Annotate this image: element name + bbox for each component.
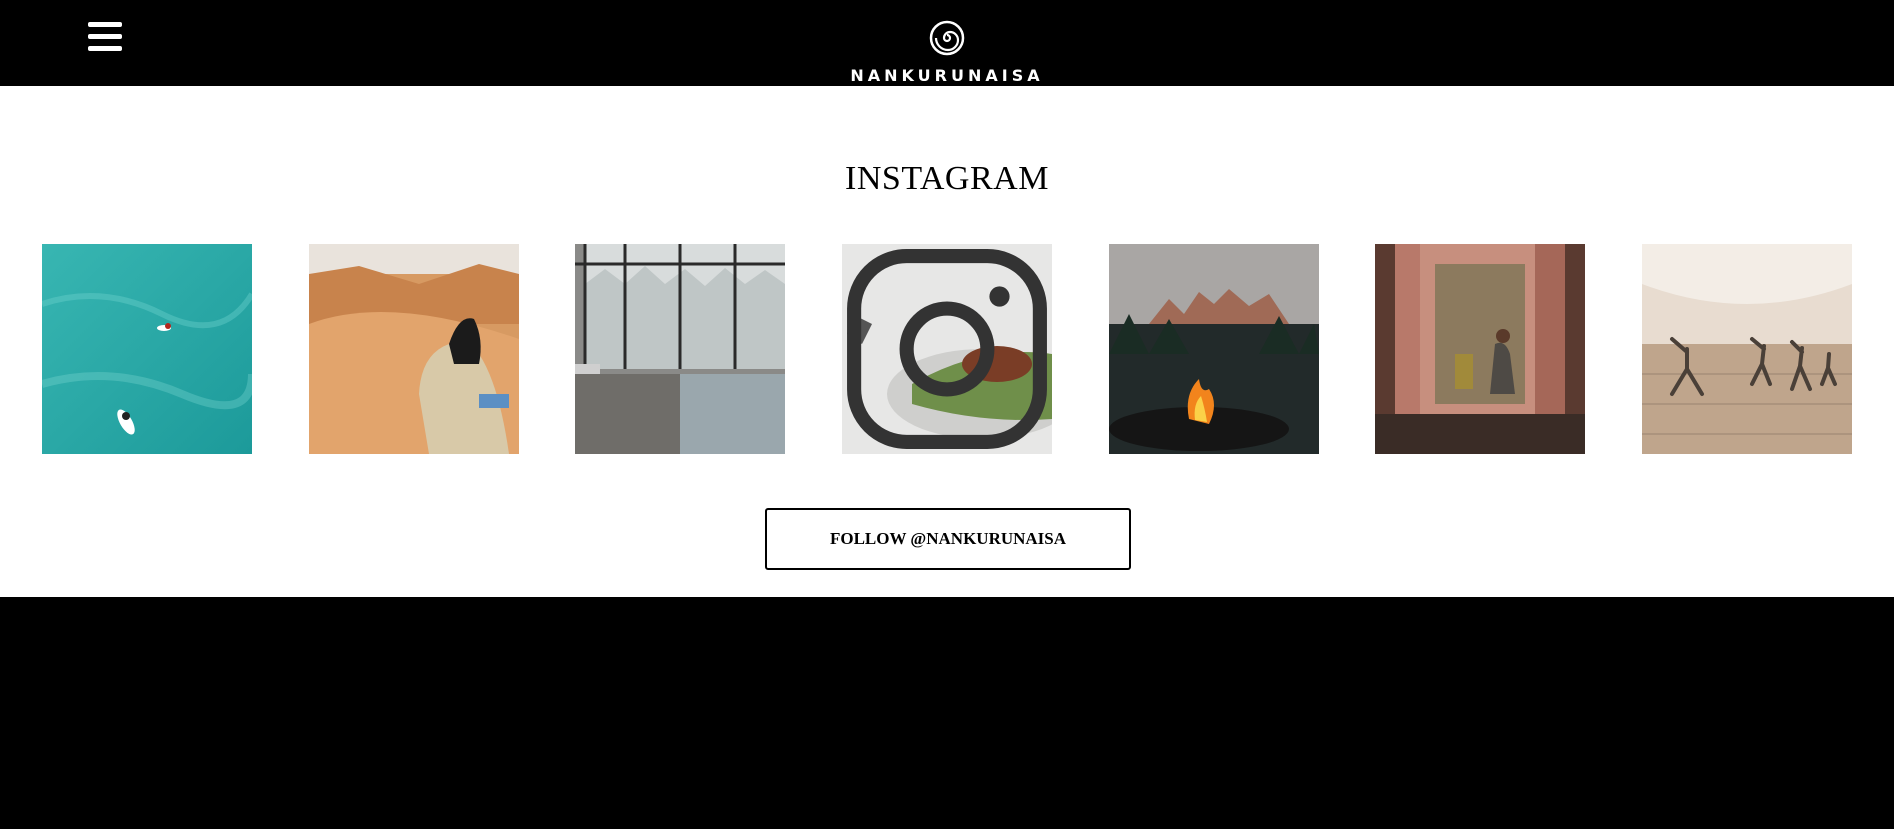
instagram-section: INSTAGRAM FOLLOW @NANKURUNAISA — [0, 86, 1894, 597]
instagram-post[interactable] — [1108, 244, 1319, 454]
post-image — [308, 244, 519, 454]
instagram-post[interactable] — [308, 244, 519, 454]
brand-logo[interactable]: NANKURUNAISA — [0, 20, 1894, 85]
post-image — [1375, 244, 1586, 454]
brand-name: NANKURUNAISA — [850, 66, 1044, 85]
site-header: NANKURUNAISA — [0, 0, 1894, 86]
instagram-post[interactable] — [841, 244, 1052, 454]
instagram-post[interactable] — [1375, 244, 1586, 454]
section-title: INSTAGRAM — [845, 160, 1049, 197]
post-image — [42, 244, 252, 454]
instagram-post[interactable] — [575, 244, 786, 454]
site-footer — [0, 597, 1894, 829]
post-image — [1641, 244, 1852, 454]
spiral-logo-icon — [929, 20, 965, 56]
instagram-post[interactable] — [42, 244, 252, 454]
follow-instagram-button[interactable]: FOLLOW @NANKURUNAISA — [765, 508, 1131, 570]
instagram-post[interactable] — [1641, 244, 1852, 454]
post-image — [575, 244, 786, 454]
instagram-feed — [42, 244, 1852, 454]
instagram-icon — [847, 249, 1047, 449]
post-image — [1108, 244, 1319, 454]
